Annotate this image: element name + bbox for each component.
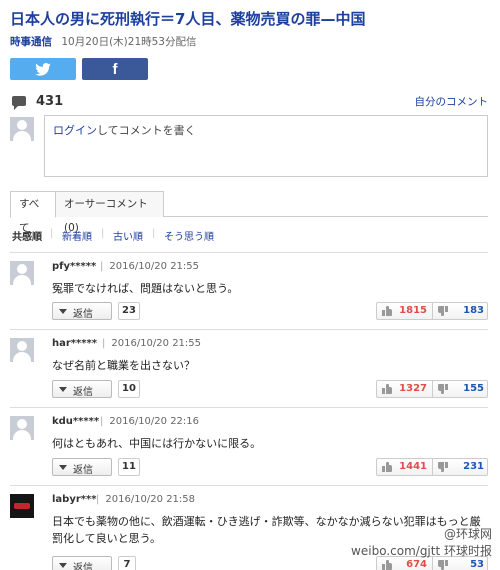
comment-count: 431 — [36, 94, 64, 109]
chevron-down-icon — [59, 309, 67, 314]
comment-bubble-icon — [12, 96, 26, 110]
article-title: 日本人の男に死刑執行＝7人目、薬物売買の罪—中国 — [10, 10, 366, 28]
reply-button[interactable]: 返信 — [52, 556, 112, 570]
login-link[interactable]: ログイン — [53, 124, 97, 137]
thumbs-up-icon — [382, 462, 392, 472]
comment-user[interactable]: pfy***** — [52, 261, 96, 272]
sort-separator: | — [101, 228, 105, 239]
watermark-line-2: weibo.com/gjtt 环球时报 — [351, 544, 492, 558]
vote-buttons: 1441 231 — [376, 458, 488, 476]
tab-author-comments[interactable]: オーサーコメント(0) — [56, 191, 164, 234]
thumbs-up-icon — [382, 560, 392, 570]
comment-count-row: 431 自分のコメント — [10, 94, 490, 110]
tab-all[interactable]: すべて — [10, 191, 56, 234]
comment-user[interactable]: labyr*** — [52, 494, 96, 505]
comment-input[interactable]: ログインしてコメントを書く — [44, 115, 488, 177]
reply-button[interactable]: 返信 — [52, 302, 112, 320]
comment-tabs: すべて オーサーコメント(0) — [10, 191, 488, 234]
agree-button[interactable]: 1327 — [377, 381, 433, 397]
thumbs-up-icon — [382, 306, 392, 316]
sort-empathy[interactable]: 共感順 — [12, 228, 42, 243]
avatar — [10, 416, 34, 440]
comment-user[interactable]: kdu***** — [52, 416, 99, 427]
chevron-down-icon — [59, 387, 67, 392]
twitter-bird-icon — [35, 62, 51, 76]
facebook-f-icon: f — [112, 60, 118, 78]
avatar — [10, 117, 34, 141]
thumbs-down-icon — [438, 384, 448, 394]
my-comments-link[interactable]: 自分のコメント — [415, 94, 489, 109]
vote-buttons: 1327 155 — [376, 380, 488, 398]
comment-post-box: ログインしてコメントを書く — [10, 115, 488, 177]
comment-date: | 2016/10/20 21:55 — [102, 338, 202, 349]
article-meta: 時事通信 10月20日(木)21時53分配信 — [10, 34, 196, 49]
thumbs-down-icon — [438, 560, 448, 570]
twitter-share-button[interactable] — [10, 58, 76, 80]
thumbs-down-icon — [438, 306, 448, 316]
sort-agree[interactable]: そう思う順 — [164, 228, 214, 243]
sort-separator: | — [152, 228, 156, 239]
sort-newest[interactable]: 新着順 — [62, 228, 92, 243]
reply-count[interactable]: 23 — [118, 302, 140, 320]
comment-user[interactable]: har***** — [52, 338, 97, 349]
chevron-down-icon — [59, 563, 67, 568]
reply-count[interactable]: 10 — [118, 380, 140, 398]
disagree-button[interactable]: 183 — [433, 303, 489, 319]
avatar — [10, 494, 34, 518]
comment-item: kdu***** | 2016/10/20 22:16 何はともあれ、中国には行か… — [10, 407, 488, 484]
sort-options: 共感順 | 新着順 | 古い順 | そう思う順 — [10, 226, 488, 244]
chevron-down-icon — [59, 465, 67, 470]
vote-buttons: 1815 183 — [376, 302, 488, 320]
comment-item: pfy***** | 2016/10/20 21:55 冤罪でなければ、問題はない… — [10, 252, 488, 328]
comment-prompt: してコメントを書く — [97, 124, 196, 137]
avatar — [10, 261, 34, 285]
disagree-button[interactable]: 231 — [433, 459, 489, 475]
comment-text: なぜ名前と職業を出さない？ — [52, 359, 195, 372]
article-source[interactable]: 時事通信 — [10, 36, 52, 48]
reply-button[interactable]: 返信 — [52, 458, 112, 476]
comment-item: har***** | 2016/10/20 21:55 なぜ名前と職業を出さない？… — [10, 329, 488, 406]
sort-oldest[interactable]: 古い順 — [113, 228, 143, 243]
reply-count[interactable]: 11 — [118, 458, 140, 476]
comment-date: | 2016/10/20 21:58 — [96, 494, 196, 505]
watermark-line-1: @环球网 — [443, 527, 492, 541]
facebook-share-button[interactable]: f — [82, 58, 148, 80]
comment-text: 何はともあれ、中国には行かないに限る。 — [52, 437, 262, 450]
agree-button[interactable]: 1441 — [377, 459, 433, 475]
reply-count[interactable]: 7 — [118, 556, 136, 570]
article-datetime: 10月20日(木)21時53分配信 — [61, 36, 197, 48]
sort-separator: | — [50, 228, 54, 239]
avatar — [10, 338, 34, 362]
comment-date: | 2016/10/20 21:55 — [100, 261, 200, 272]
disagree-button[interactable]: 155 — [433, 381, 489, 397]
thumbs-down-icon — [438, 462, 448, 472]
reply-button[interactable]: 返信 — [52, 380, 112, 398]
comment-date: | 2016/10/20 22:16 — [100, 416, 200, 427]
agree-button[interactable]: 1815 — [377, 303, 433, 319]
thumbs-up-icon — [382, 384, 392, 394]
comment-text: 冤罪でなければ、問題はないと思う。 — [52, 282, 239, 295]
watermark: @环球网 weibo.com/gjtt 环球时报 — [351, 526, 492, 560]
